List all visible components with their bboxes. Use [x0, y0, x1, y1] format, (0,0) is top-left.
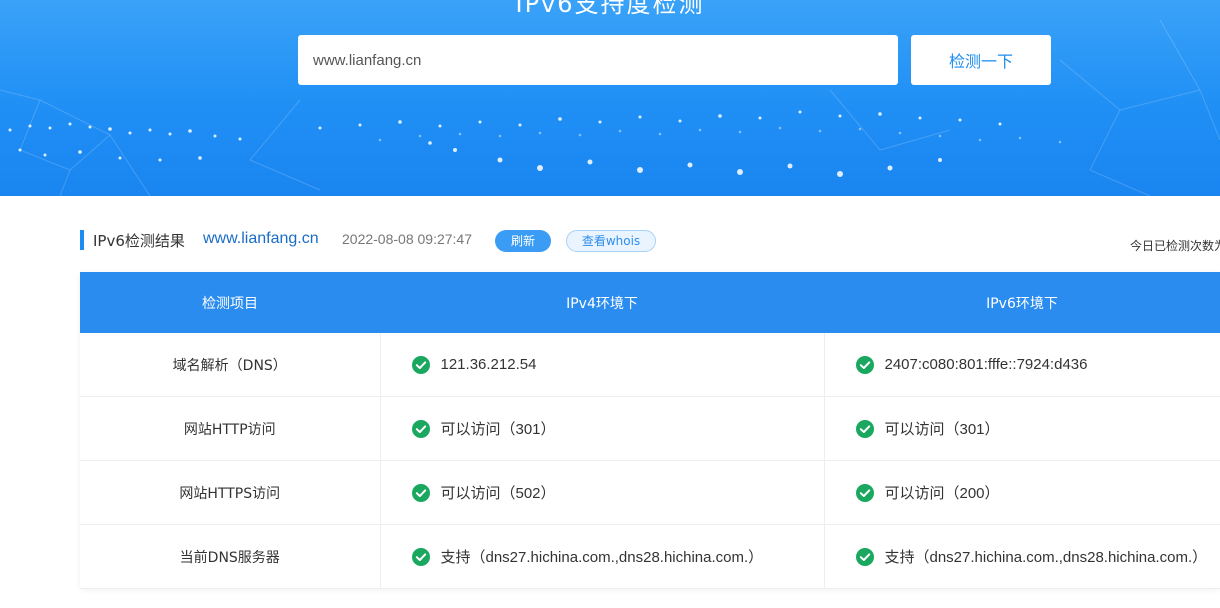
ipv4-cell: 121.36.212.54: [379, 333, 824, 397]
header-ipv6: IPv6环境下: [824, 272, 1220, 333]
ipv4-cell: 可以访问（502）: [379, 460, 824, 525]
ipv6-cell: 2407:c080:801:fffe::7924:d436: [823, 333, 1220, 397]
check-circle-icon: [411, 483, 430, 502]
result-domain-link[interactable]: www.lianfang.cn: [203, 230, 319, 248]
table-row: 网站HTTP访问 可以访问（301） 可以访问（301）: [80, 396, 1220, 461]
check-circle-icon: [411, 547, 430, 566]
ipv6-cell: 可以访问（200）: [823, 460, 1220, 525]
table-header-row: 检测项目 IPv4环境下 IPv6环境下: [80, 272, 1220, 333]
refresh-button[interactable]: 刷新: [495, 230, 551, 252]
ipv4-value: 支持（dns27.hichina.com.,dns28.hichina.com.…: [440, 549, 764, 566]
header-item: 检测项目: [80, 272, 380, 333]
hero-banner: IPv6支持度检测 检测一下: [0, 0, 1220, 196]
table-row: 域名解析（DNS） 121.36.212.54 2407:c080:801:ff…: [80, 333, 1220, 397]
row-item-label: 网站HTTP访问: [80, 396, 380, 461]
header-ipv4: IPv4环境下: [380, 272, 824, 333]
ipv4-value: 121.36.212.54: [440, 356, 537, 373]
result-timestamp: 2022-08-08 09:27:47: [342, 231, 472, 247]
row-item-label: 域名解析（DNS）: [80, 333, 380, 397]
ipv4-value: 可以访问（301）: [440, 421, 556, 438]
row-item-label: 当前DNS服务器: [80, 524, 380, 589]
table-row: 当前DNS服务器 支持（dns27.hichina.com.,dns28.hic…: [80, 524, 1220, 589]
network-background: [0, 19, 1220, 196]
result-title: IPv6检测结果: [93, 232, 185, 250]
hero-title: IPv6支持度检测: [515, 0, 705, 18]
check-circle-icon: [855, 483, 874, 502]
table-row: 网站HTTPS访问 可以访问（502） 可以访问（200）: [80, 460, 1220, 525]
ipv4-value: 可以访问（502）: [440, 485, 556, 502]
ipv6-value: 可以访问（200）: [884, 485, 1000, 502]
row-item-label: 网站HTTPS访问: [80, 460, 380, 525]
result-table: 检测项目 IPv4环境下 IPv6环境下 域名解析（DNS） 121.36.21…: [80, 272, 1220, 589]
domain-search-input[interactable]: [298, 35, 898, 85]
check-circle-icon: [855, 355, 874, 374]
ipv6-cell: 支持（dns27.hichina.com.,dns28.hichina.com.…: [823, 524, 1220, 589]
ipv4-cell: 可以访问（301）: [379, 396, 824, 461]
check-circle-icon: [855, 419, 874, 438]
ipv4-cell: 支持（dns27.hichina.com.,dns28.hichina.com.…: [379, 524, 824, 589]
detect-button[interactable]: 检测一下: [911, 35, 1051, 85]
whois-button[interactable]: 查看whois: [566, 230, 656, 252]
check-circle-icon: [411, 419, 430, 438]
section-accent-bar: [80, 230, 84, 250]
daily-count-text: 今日已检测次数为: [1130, 239, 1220, 253]
ipv6-value: 2407:c080:801:fffe::7924:d436: [884, 356, 1088, 373]
ipv6-cell: 可以访问（301）: [823, 396, 1220, 461]
check-circle-icon: [411, 355, 430, 374]
check-circle-icon: [855, 547, 874, 566]
ipv6-value: 可以访问（301）: [884, 421, 1000, 438]
result-header: IPv6检测结果 www.lianfang.cn 2022-08-08 09:2…: [80, 229, 1220, 253]
ipv6-value: 支持（dns27.hichina.com.,dns28.hichina.com.…: [884, 549, 1208, 566]
